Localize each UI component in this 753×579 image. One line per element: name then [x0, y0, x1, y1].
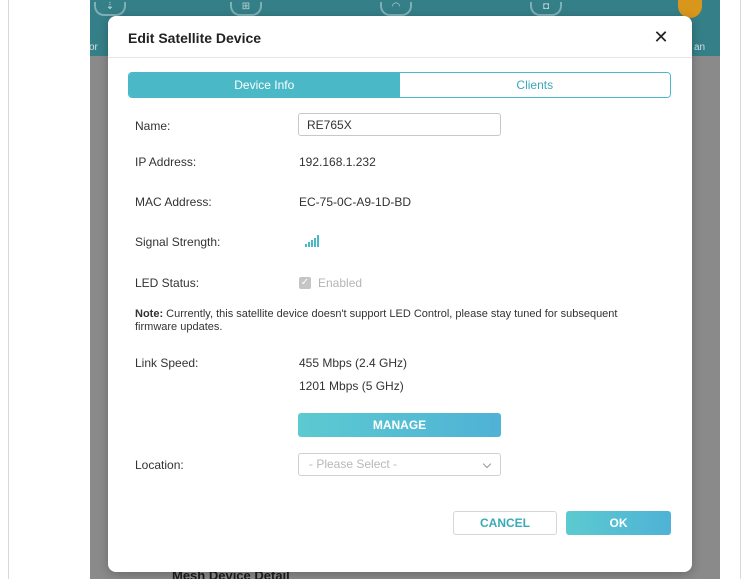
page-left-border [8, 0, 9, 579]
tab-clients[interactable]: Clients [399, 73, 670, 97]
led-enabled-checkbox[interactable]: ✓ [299, 277, 311, 289]
dialog-title: Edit Satellite Device [128, 30, 262, 46]
mac-address-value: EC-75-0C-A9-1D-BD [299, 195, 412, 209]
location-select[interactable]: - Please Select - [298, 453, 501, 476]
network-map-icon: ⇣ [94, 2, 126, 16]
note-prefix: Note: [135, 308, 164, 320]
led-status-label: LED Status: [135, 276, 200, 290]
ip-address-value: 192.168.1.232 [299, 155, 376, 169]
mac-address-label: MAC Address: [135, 195, 212, 209]
edit-satellite-device-dialog: Edit Satellite Device ✕ Device Info Clie… [108, 16, 692, 572]
link-speed-5ghz: 1201 Mbps (5 GHz) [299, 379, 404, 393]
device-icon: ◘ [530, 2, 562, 16]
tab-bar: Device Info Clients [128, 72, 671, 98]
location-label: Location: [135, 458, 184, 472]
manage-button[interactable]: MANAGE [298, 413, 501, 437]
location-placeholder: - Please Select - [309, 457, 398, 471]
link-speed-24ghz: 455 Mbps (2.4 GHz) [299, 356, 408, 370]
cancel-button[interactable]: CANCEL [453, 511, 557, 535]
tab-device-info[interactable]: Device Info [129, 73, 400, 97]
chevron-down-icon [482, 459, 492, 469]
globe-icon: ⊞ [230, 2, 262, 16]
name-input[interactable] [298, 113, 501, 136]
link-speed-label: Link Speed: [135, 356, 199, 370]
page-right-border [740, 0, 741, 579]
background-left-label: vor [90, 42, 98, 53]
led-note: Note: Currently, this satellite device d… [135, 308, 635, 334]
name-label: Name: [135, 119, 171, 133]
ip-address-label: IP Address: [135, 155, 197, 169]
led-enabled-label: Enabled [318, 276, 363, 290]
close-icon[interactable]: ✕ [650, 26, 672, 48]
dialog-divider [108, 57, 692, 58]
signal-bars-icon [305, 235, 319, 247]
signal-strength-label: Signal Strength: [135, 235, 221, 249]
ok-button[interactable]: OK [566, 511, 671, 535]
wifi-icon: ◠ [380, 2, 412, 16]
background-right-label: an [694, 42, 706, 53]
note-text: Currently, this satellite device doesn't… [135, 308, 618, 333]
